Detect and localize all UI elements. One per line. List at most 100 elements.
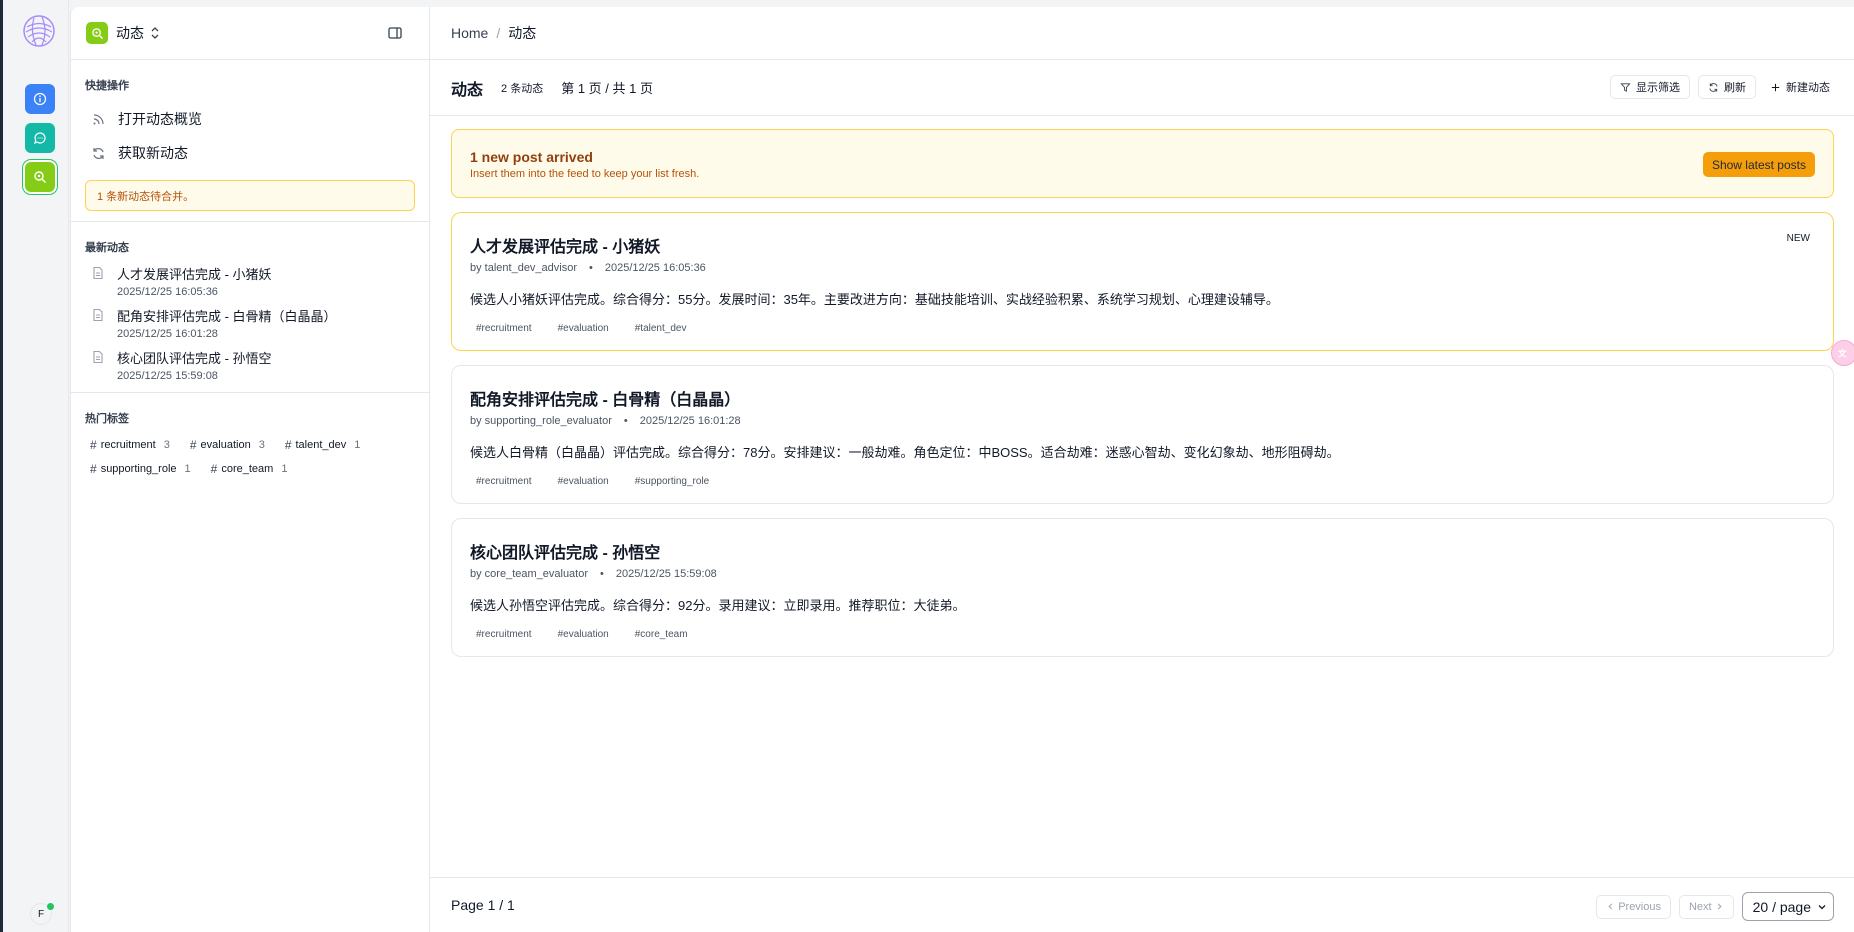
post-title[interactable]: 人才发展评估完成 - 小猪妖 — [470, 233, 1815, 257]
document-icon — [93, 308, 103, 322]
page-title: 动态 — [451, 81, 484, 99]
new-posts-banner: 1 new post arrived Insert them into the … — [451, 129, 1834, 198]
tag-name: evaluation — [200, 438, 251, 451]
previous-page-button[interactable]: Previous — [1596, 894, 1671, 919]
button-label: 刷新 — [1724, 82, 1746, 94]
avatar-letter: F — [37, 908, 45, 920]
chevron-up-down-icon[interactable] — [150, 26, 160, 40]
new-badge: NEW — [1786, 233, 1810, 244]
post-tag[interactable]: #evaluation — [552, 476, 609, 487]
page-size-select[interactable]: 20 / page — [1741, 892, 1834, 921]
tag-name: talent_dev — [295, 438, 347, 451]
recent-post-time: 2025/12/25 15:59:08 — [117, 370, 218, 382]
show-latest-posts-button[interactable]: Show latest posts — [1702, 152, 1815, 177]
post-author: by talent_dev_advisor — [470, 262, 578, 274]
post-card[interactable]: 配角安排评估完成 - 白骨精（白晶晶） by supporting_role_e… — [451, 365, 1834, 504]
new-post-button[interactable]: 新建动态 — [1764, 75, 1830, 99]
chat-bubble-icon — [34, 132, 46, 145]
post-meta: by talent_dev_advisor • 2025/12/25 16:05… — [470, 262, 1815, 274]
post-tag[interactable]: #recruitment — [470, 629, 532, 640]
rss-icon — [93, 113, 104, 124]
hot-tag[interactable]: # evaluation 3 — [190, 435, 265, 454]
rail-info-button[interactable] — [25, 84, 55, 114]
pending-merge-notice: 1 条新动态待合并。 — [85, 180, 415, 211]
sidebar: 动态 快捷操作 打开动态概览 获取新动态 1 条新动态待合并。 最新动态 人才发… — [70, 7, 430, 932]
tag-count: 1 — [184, 462, 191, 475]
banner-subtitle: Insert them into the feed to keep your l… — [470, 168, 700, 180]
post-author: by supporting_role_evaluator — [470, 415, 612, 427]
button-label: Next — [1688, 900, 1712, 913]
post-tag[interactable]: #recruitment — [470, 476, 532, 487]
open-feed-overview-action[interactable]: 打开动态概览 — [85, 102, 415, 136]
tag-name: core_team — [221, 462, 274, 475]
recent-post-item[interactable]: 人才发展评估完成 - 小猪妖 2025/12/25 16:05:36 — [85, 264, 415, 298]
hot-tags-section: 热门标签 # recruitment 3 # evaluation 3 # talent_… — [71, 410, 429, 483]
divider — [71, 221, 429, 222]
hot-tag[interactable]: # talent_dev 1 — [285, 435, 361, 454]
recent-posts-title: 最新动态 — [85, 242, 129, 254]
banner-title: 1 new post arrived — [470, 149, 593, 165]
main-content: Home / 动态 动态 2 条动态 第 1 页 / 共 1 页 显示筛选 刷新… — [430, 7, 1854, 932]
post-card[interactable]: 人才发展评估完成 - 小猪妖 by talent_dev_advisor • 2… — [451, 212, 1834, 351]
feed-search-icon — [34, 171, 47, 184]
hot-tags-title: 热门标签 — [85, 413, 129, 425]
button-label: 显示筛选 — [1636, 82, 1680, 94]
recent-post-item[interactable]: 核心团队评估完成 - 孙悟空 2025/12/25 15:59:08 — [85, 348, 415, 382]
chevron-right-icon — [1717, 903, 1722, 910]
translate-float-icon[interactable]: 文 — [1831, 340, 1854, 366]
post-time: 2025/12/25 16:01:28 — [639, 415, 741, 427]
hash-icon: # — [284, 437, 292, 452]
recent-posts-section: 最新动态 人才发展评估完成 - 小猪妖 2025/12/25 16:05:36 … — [71, 239, 429, 382]
button-label: Previous — [1618, 900, 1661, 913]
post-card[interactable]: 核心团队评估完成 - 孙悟空 by core_team_evaluator • … — [451, 518, 1834, 657]
meta-separator: • — [623, 415, 628, 427]
chevron-left-icon — [1608, 903, 1613, 910]
action-label: 打开动态概览 — [118, 111, 202, 127]
refresh-icon — [93, 147, 104, 159]
hot-tag[interactable]: # core_team 1 — [211, 459, 288, 478]
post-tag[interactable]: #evaluation — [552, 629, 609, 640]
post-tag[interactable]: #supporting_role — [629, 476, 710, 487]
post-tag[interactable]: #core_team — [629, 629, 688, 640]
post-title[interactable]: 配角安排评估完成 - 白骨精（白晶晶） — [470, 386, 1815, 410]
fetch-new-posts-action[interactable]: 获取新动态 — [85, 136, 415, 170]
post-tag[interactable]: #recruitment — [470, 323, 532, 334]
recent-post-title: 人才发展评估完成 - 小猪妖 — [117, 267, 272, 282]
breadcrumb-separator: / — [496, 25, 501, 41]
feed-search-icon — [91, 27, 103, 39]
hash-icon: # — [90, 461, 97, 476]
post-tag[interactable]: #evaluation — [552, 323, 609, 334]
post-meta: by core_team_evaluator • 2025/12/25 15:5… — [470, 568, 1815, 580]
tag-count: 1 — [281, 462, 288, 475]
hot-tag[interactable]: # supporting_role 1 — [90, 459, 191, 478]
meta-separator: • — [589, 262, 593, 274]
app-switcher-icon[interactable] — [86, 22, 108, 44]
tag-count: 3 — [258, 438, 265, 451]
sidebar-toggle-icon[interactable] — [387, 25, 403, 41]
show-filter-button[interactable]: 显示筛选 — [1610, 75, 1690, 99]
post-title[interactable]: 核心团队评估完成 - 孙悟空 — [470, 539, 1815, 563]
tag-name: recruitment — [100, 438, 156, 451]
breadcrumb-current: 动态 — [508, 25, 537, 41]
post-tags: #recruitment #evaluation #supporting_rol… — [470, 476, 1815, 487]
app-logo-icon[interactable] — [22, 14, 56, 48]
recent-post-title: 核心团队评估完成 - 孙悟空 — [117, 351, 272, 366]
refresh-button[interactable]: 刷新 — [1698, 75, 1756, 99]
hash-icon: # — [210, 461, 218, 476]
post-tag[interactable]: #talent_dev — [629, 323, 687, 334]
page-size-value: 20 / page — [1752, 898, 1811, 915]
pagination-controls: Previous Next 20 / page — [1588, 892, 1834, 921]
post-tags: #recruitment #evaluation #talent_dev — [470, 323, 1815, 334]
rail-chat-button[interactable] — [25, 123, 55, 153]
next-page-button[interactable]: Next — [1678, 894, 1734, 919]
hot-tag[interactable]: # recruitment 3 — [90, 435, 170, 454]
sidebar-header: 动态 — [71, 7, 429, 60]
post-body: 候选人白骨精（白晶晶）评估完成。综合得分：78分。安排建议：一般劫难。角色定位：… — [470, 445, 1340, 460]
tag-name: supporting_role — [100, 462, 177, 475]
breadcrumb-home[interactable]: Home — [451, 25, 488, 41]
feed: 1 new post arrived Insert them into the … — [430, 116, 1854, 657]
recent-post-item[interactable]: 配角安排评估完成 - 白骨精（白晶晶） 2025/12/25 16:01:28 — [85, 306, 415, 340]
document-icon — [93, 350, 103, 364]
app-switcher-label[interactable]: 动态 — [116, 23, 144, 43]
rail-feed-button[interactable] — [25, 162, 55, 192]
